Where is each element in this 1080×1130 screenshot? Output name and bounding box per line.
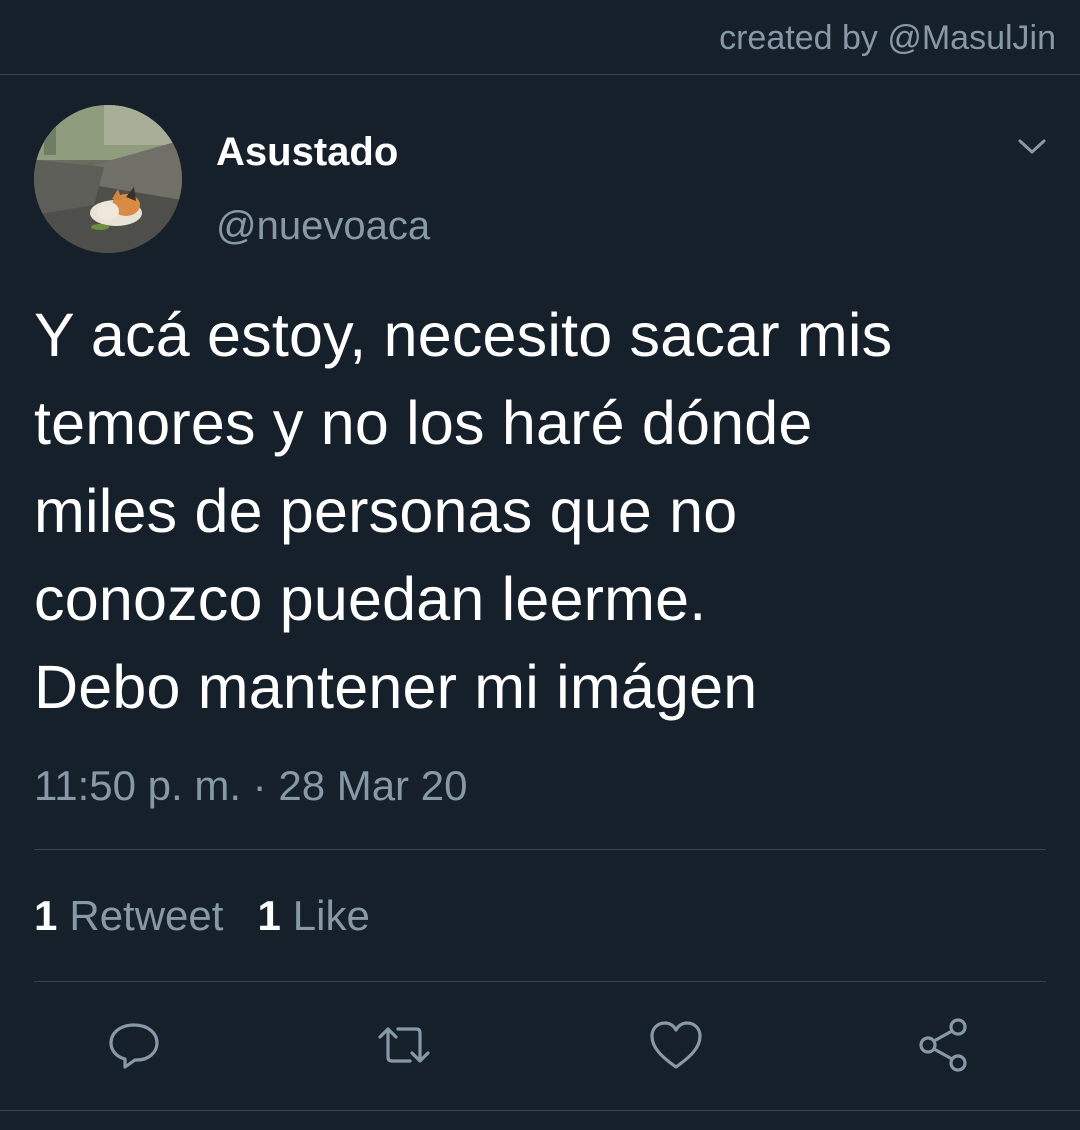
like-count-label: Like bbox=[292, 892, 370, 939]
user-handle[interactable]: @nuevoaca bbox=[216, 203, 430, 249]
heart-icon[interactable] bbox=[646, 1015, 706, 1075]
watermark-bar: created by @MasulJin bbox=[0, 0, 1080, 75]
share-icon[interactable] bbox=[914, 1015, 974, 1075]
chevron-down-icon[interactable] bbox=[1012, 131, 1052, 161]
display-name[interactable]: Asustado bbox=[216, 129, 398, 175]
divider bbox=[0, 1110, 1080, 1111]
retweet-count-label: Retweet bbox=[69, 892, 224, 939]
avatar[interactable] bbox=[34, 105, 182, 253]
retweet-icon[interactable] bbox=[374, 1015, 434, 1075]
tweet-text: Y acá estoy, necesito sacar mis temores … bbox=[34, 301, 893, 721]
tweet-card: Asustado @nuevoaca Y acá estoy, necesito… bbox=[0, 75, 1080, 1130]
retweet-count-number: 1 bbox=[34, 892, 58, 939]
divider bbox=[34, 849, 1046, 850]
tweet-stats: 1 Retweet 1 Like bbox=[34, 891, 370, 941]
tweet-timestamp[interactable]: 11:50 p. m. · 28 Mar 20 bbox=[34, 761, 467, 811]
watermark-text: created by @MasulJin bbox=[719, 19, 1056, 57]
like-count-number: 1 bbox=[257, 892, 281, 939]
retweet-count[interactable]: 1 Retweet bbox=[34, 891, 223, 941]
divider bbox=[34, 981, 1046, 982]
reply-icon[interactable] bbox=[104, 1015, 164, 1075]
avatar-cat-image bbox=[34, 105, 182, 253]
like-count[interactable]: 1 Like bbox=[257, 891, 369, 941]
action-bar bbox=[0, 1015, 1080, 1075]
